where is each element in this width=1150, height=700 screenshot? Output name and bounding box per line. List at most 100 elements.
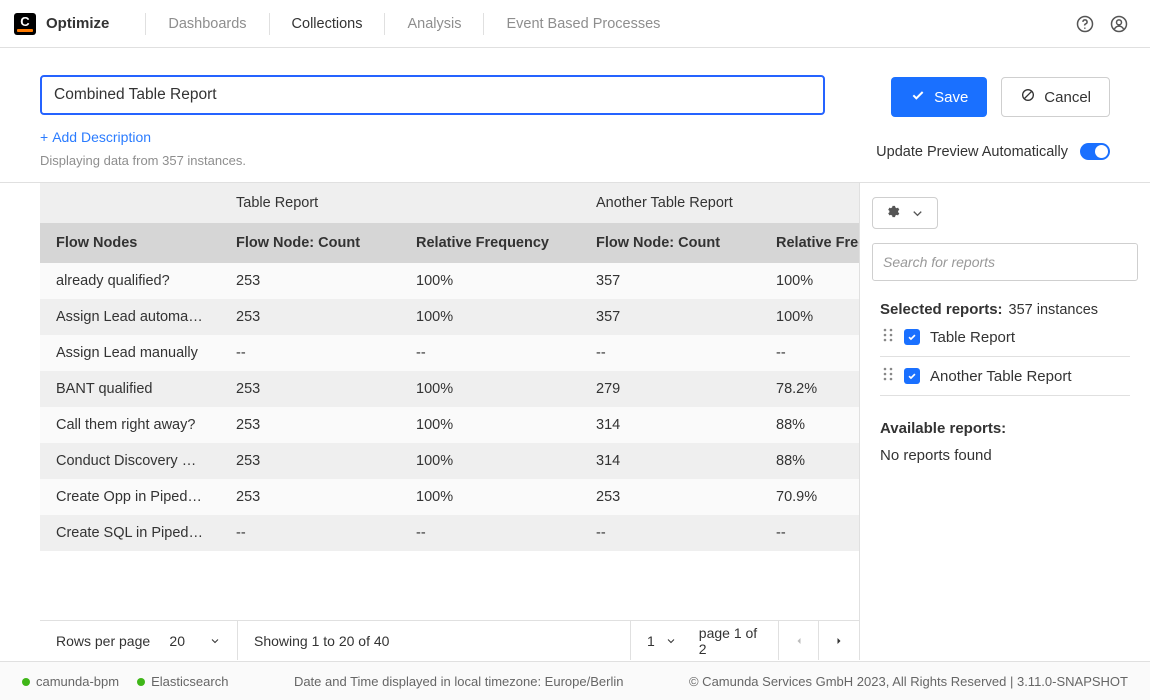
- table-cell: --: [580, 335, 760, 371]
- drag-handle-icon[interactable]: [882, 367, 894, 385]
- status-item: Elasticsearch: [137, 674, 228, 689]
- user-icon[interactable]: [1102, 7, 1136, 41]
- nav-link-analysis[interactable]: Analysis: [391, 0, 477, 48]
- editor-header: + Add Description Displaying data from 3…: [0, 48, 1150, 183]
- check-icon: [910, 87, 926, 107]
- nav-separator: [384, 13, 385, 35]
- nav-separator: [145, 13, 146, 35]
- table-col-header[interactable]: Flow Node: Count: [220, 223, 400, 263]
- save-button[interactable]: Save: [891, 77, 987, 117]
- brand-logo: C: [14, 13, 36, 35]
- table-cell: 253: [220, 479, 400, 515]
- table-cell: --: [760, 515, 859, 551]
- plus-icon: +: [40, 129, 48, 145]
- status-dot-icon: [22, 678, 30, 686]
- side-panel: Selected reports: 357 instances Table Re…: [860, 183, 1150, 660]
- brand-logo-letter: C: [20, 14, 29, 29]
- page-select[interactable]: 1 page 1 of 2: [631, 621, 779, 660]
- selected-report-item: Table Report: [880, 318, 1130, 357]
- table-cell: 88%: [760, 443, 859, 479]
- table-cell: 357: [580, 299, 760, 335]
- nav-separator: [269, 13, 270, 35]
- table-group-header: Another Table Report: [580, 183, 760, 223]
- nav-links: Dashboards Collections Analysis Event Ba…: [152, 0, 676, 48]
- add-description-link[interactable]: + Add Description: [40, 129, 846, 145]
- instances-subinfo: Displaying data from 357 instances.: [40, 153, 846, 168]
- table-group-header: [400, 183, 580, 223]
- main-area: Table Report Another Table Report Flow N…: [0, 183, 1150, 660]
- status-dot-icon: [137, 678, 145, 686]
- table-header-row: Flow Nodes Flow Node: Count Relative Fre…: [40, 223, 859, 263]
- rows-per-page-value: 20: [169, 633, 185, 649]
- gear-icon: [885, 204, 900, 222]
- available-reports-heading: Available reports:: [880, 420, 1130, 437]
- status-label: Elasticsearch: [151, 674, 228, 689]
- cancel-button[interactable]: Cancel: [1001, 77, 1110, 117]
- auto-update-toggle[interactable]: [1080, 143, 1110, 160]
- table-row: Create Opp in Pipedr…253100%25370.9%: [40, 479, 859, 515]
- pager-showing: Showing 1 to 20 of 40: [238, 621, 631, 660]
- table-col-header[interactable]: Relative Frequency: [760, 223, 859, 263]
- table-cell: --: [400, 335, 580, 371]
- rows-per-page[interactable]: Rows per page 20: [40, 621, 238, 660]
- search-reports-input[interactable]: [872, 243, 1138, 281]
- pagination-bar: Rows per page 20 Showing 1 to 20 of 40 1…: [40, 620, 859, 660]
- table-cell: BANT qualified: [40, 371, 220, 407]
- table-cell: 78.2%: [760, 371, 859, 407]
- available-reports-empty: No reports found: [880, 447, 1130, 464]
- table-col-header[interactable]: Flow Nodes: [40, 223, 220, 263]
- table-cell: 253: [220, 407, 400, 443]
- report-title-input[interactable]: [40, 75, 825, 115]
- drag-handle-icon[interactable]: [882, 328, 894, 346]
- table-cell: --: [220, 515, 400, 551]
- table-group-header: Table Report: [220, 183, 400, 223]
- selected-report-item: Another Table Report: [880, 357, 1130, 396]
- table-cell: 253: [220, 299, 400, 335]
- table-row: Call them right away?253100%31488%: [40, 407, 859, 443]
- table-cell: 100%: [760, 263, 859, 299]
- table-cell: --: [760, 335, 859, 371]
- table-group-header: [40, 183, 220, 223]
- status-label: camunda-bpm: [36, 674, 119, 689]
- available-reports-title: Available reports:: [880, 420, 1006, 437]
- auto-update-label: Update Preview Automatically: [876, 144, 1068, 160]
- config-menu-button[interactable]: [872, 197, 938, 229]
- table-row: already qualified?253100%357100%: [40, 263, 859, 299]
- footer-copyright: © Camunda Services GmbH 2023, All Rights…: [689, 674, 1128, 689]
- footer-timezone: Date and Time displayed in local timezon…: [228, 674, 689, 689]
- status-item: camunda-bpm: [22, 674, 119, 689]
- page-next-button[interactable]: [819, 621, 859, 660]
- chevron-down-icon: [209, 635, 221, 647]
- help-icon[interactable]: [1068, 7, 1102, 41]
- table-cell: Conduct Discovery Call: [40, 443, 220, 479]
- table-cell: 100%: [400, 299, 580, 335]
- table-cell: 70.9%: [760, 479, 859, 515]
- table-cell: 253: [220, 443, 400, 479]
- table-cell: 253: [220, 371, 400, 407]
- nav-link-event-based-processes[interactable]: Event Based Processes: [490, 0, 676, 48]
- nav-separator: [483, 13, 484, 35]
- table-cell: --: [400, 515, 580, 551]
- table-col-header[interactable]: Relative Frequency: [400, 223, 580, 263]
- table-row: Conduct Discovery Call253100%31488%: [40, 443, 859, 479]
- table-cell: 100%: [400, 443, 580, 479]
- table-cell: 100%: [400, 263, 580, 299]
- table-cell: 279: [580, 371, 760, 407]
- report-checkbox[interactable]: [904, 368, 920, 384]
- table-row: BANT qualified253100%27978.2%: [40, 371, 859, 407]
- chevron-down-icon: [665, 635, 677, 647]
- page-of-label: page 1 of 2: [699, 625, 762, 657]
- nav-link-dashboards[interactable]: Dashboards: [152, 0, 262, 48]
- top-nav: C Optimize Dashboards Collections Analys…: [0, 0, 1150, 48]
- table-cell: Create SQL in Pipedri…: [40, 515, 220, 551]
- report-label: Table Report: [930, 329, 1015, 346]
- table-cell: already qualified?: [40, 263, 220, 299]
- report-checkbox[interactable]: [904, 329, 920, 345]
- nav-link-collections[interactable]: Collections: [276, 0, 379, 48]
- table-cell: --: [580, 515, 760, 551]
- selected-reports-title: Selected reports:: [880, 301, 1003, 318]
- rows-per-page-label: Rows per page: [56, 633, 150, 649]
- table-col-header[interactable]: Flow Node: Count: [580, 223, 760, 263]
- page-prev-button[interactable]: [779, 621, 819, 660]
- table-cell: 88%: [760, 407, 859, 443]
